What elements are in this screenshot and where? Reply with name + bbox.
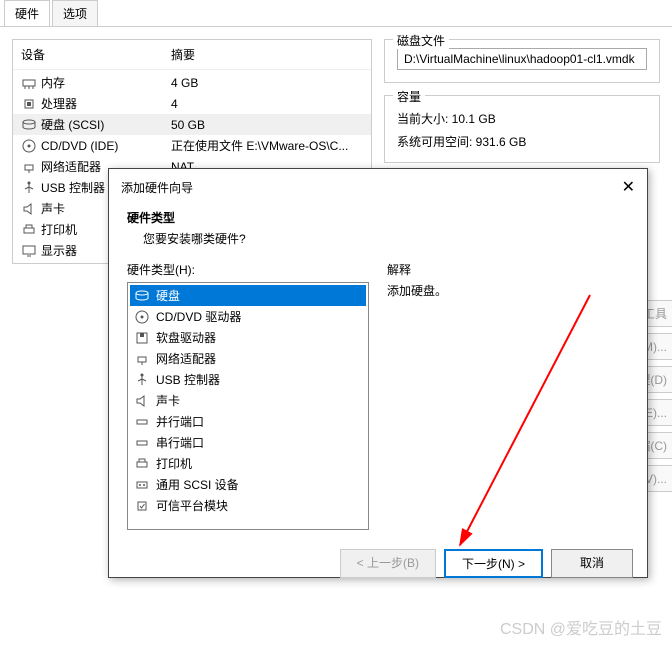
hardware-type-sub: 您要安装哪类硬件? xyxy=(127,230,629,247)
device-name: 硬盘 (SCSI) xyxy=(41,116,171,133)
net-icon xyxy=(134,351,150,367)
cpu-icon xyxy=(21,96,37,112)
device-summary: 正在使用文件 E:\VMware-OS\C... xyxy=(171,137,363,154)
hw-item-9[interactable]: 通用 SCSI 设备 xyxy=(130,474,366,495)
usb-icon xyxy=(134,372,150,388)
device-header: 设备 摘要 xyxy=(13,40,371,70)
hw-item-label: 并行端口 xyxy=(156,413,204,430)
hw-item-label: 通用 SCSI 设备 xyxy=(156,476,239,493)
display-icon xyxy=(21,243,37,259)
device-row-disk[interactable]: 硬盘 (SCSI)50 GB xyxy=(13,114,371,135)
tab-hardware[interactable]: 硬件 xyxy=(4,0,50,26)
capacity-legend: 容量 xyxy=(393,88,425,105)
sound-icon xyxy=(21,201,37,217)
hw-item-6[interactable]: 并行端口 xyxy=(130,411,366,432)
device-name: 内存 xyxy=(41,74,171,91)
device-summary: 4 xyxy=(171,97,363,111)
memory-icon xyxy=(21,75,37,91)
hw-item-label: 可信平台模块 xyxy=(156,497,228,514)
floppy-icon xyxy=(134,330,150,346)
hw-item-2[interactable]: 软盘驱动器 xyxy=(130,327,366,348)
col-summary: 摘要 xyxy=(171,46,195,63)
hw-item-8[interactable]: 打印机 xyxy=(130,453,366,474)
dialog-header: 硬件类型 您要安装哪类硬件? xyxy=(109,205,647,261)
tab-options[interactable]: 选项 xyxy=(52,0,98,26)
explain-section: 解释 添加硬盘。 xyxy=(387,261,629,539)
current-size: 当前大小: 10.1 GB xyxy=(397,110,647,127)
hw-item-7[interactable]: 串行端口 xyxy=(130,432,366,453)
dialog-title-text: 添加硬件向导 xyxy=(121,179,193,196)
next-button[interactable]: 下一步(N) > xyxy=(444,549,543,578)
cd-icon xyxy=(21,138,37,154)
printer-icon xyxy=(21,222,37,238)
device-row-cd[interactable]: CD/DVD (IDE)正在使用文件 E:\VMware-OS\C... xyxy=(13,135,371,156)
hw-item-4[interactable]: USB 控制器 xyxy=(130,369,366,390)
col-device: 设备 xyxy=(21,46,171,63)
disk-file-group: 磁盘文件 xyxy=(384,39,660,83)
hw-item-label: 网络适配器 xyxy=(156,350,216,367)
hardware-type-label: 硬件类型(H): xyxy=(127,261,369,278)
hw-item-label: USB 控制器 xyxy=(156,371,220,388)
free-space: 系统可用空间: 931.6 GB xyxy=(397,133,647,150)
explain-label: 解释 xyxy=(387,261,629,278)
hardware-listbox[interactable]: 硬盘 CD/DVD 驱动器软盘驱动器网络适配器 USB 控制器声卡并行端口串行端口打… xyxy=(127,282,369,530)
explain-text: 添加硬盘。 xyxy=(387,282,629,299)
tpm-icon xyxy=(134,498,150,514)
hw-item-label: 软盘驱动器 xyxy=(156,329,216,346)
printer-icon xyxy=(134,456,150,472)
cancel-button[interactable]: 取消 xyxy=(551,549,633,578)
device-name: 处理器 xyxy=(41,95,171,112)
usb-icon xyxy=(21,180,37,196)
sound-icon xyxy=(134,393,150,409)
add-hardware-dialog: 添加硬件向导 ✕ 硬件类型 您要安装哪类硬件? 硬件类型(H): 硬盘 CD/DV… xyxy=(108,168,648,578)
device-row-memory[interactable]: 内存4 GB xyxy=(13,72,371,93)
dialog-footer: < 上一步(B) 下一步(N) > 取消 xyxy=(109,539,647,588)
disk-file-path[interactable] xyxy=(397,48,647,70)
hw-item-label: CD/DVD 驱动器 xyxy=(156,308,241,325)
disk-file-legend: 磁盘文件 xyxy=(393,32,449,49)
dialog-body: 硬件类型(H): 硬盘 CD/DVD 驱动器软盘驱动器网络适配器 USB 控制器声卡… xyxy=(109,261,647,539)
port-icon xyxy=(134,435,150,451)
hardware-type-section: 硬件类型(H): 硬盘 CD/DVD 驱动器软盘驱动器网络适配器 USB 控制器声卡… xyxy=(127,261,369,539)
watermark: CSDN @爱吃豆的土豆 xyxy=(500,615,662,639)
hw-item-label: 硬盘 xyxy=(156,287,180,304)
port-icon xyxy=(134,414,150,430)
hw-item-label: 声卡 xyxy=(156,392,180,409)
scsi-icon xyxy=(134,477,150,493)
hw-item-1[interactable]: CD/DVD 驱动器 xyxy=(130,306,366,327)
cd-icon xyxy=(134,309,150,325)
device-summary: 4 GB xyxy=(171,76,363,90)
hardware-type-title: 硬件类型 xyxy=(127,209,629,226)
hw-item-10[interactable]: 可信平台模块 xyxy=(130,495,366,516)
back-button: < 上一步(B) xyxy=(340,549,436,578)
device-name: CD/DVD (IDE) xyxy=(41,139,171,153)
hw-item-label: 串行端口 xyxy=(156,434,204,451)
close-icon[interactable]: ✕ xyxy=(622,177,635,197)
hw-item-5[interactable]: 声卡 xyxy=(130,390,366,411)
hw-item-0[interactable]: 硬盘 xyxy=(130,285,366,306)
disk-icon xyxy=(21,117,37,133)
disk-icon xyxy=(134,288,150,304)
dialog-titlebar: 添加硬件向导 ✕ xyxy=(109,169,647,205)
hw-item-label: 打印机 xyxy=(156,455,192,472)
tabs: 硬件 选项 xyxy=(0,0,672,27)
device-row-cpu[interactable]: 处理器4 xyxy=(13,93,371,114)
device-summary: 50 GB xyxy=(171,118,363,132)
hw-item-3[interactable]: 网络适配器 xyxy=(130,348,366,369)
net-icon xyxy=(21,159,37,175)
capacity-group: 容量 当前大小: 10.1 GB 系统可用空间: 931.6 GB xyxy=(384,95,660,163)
